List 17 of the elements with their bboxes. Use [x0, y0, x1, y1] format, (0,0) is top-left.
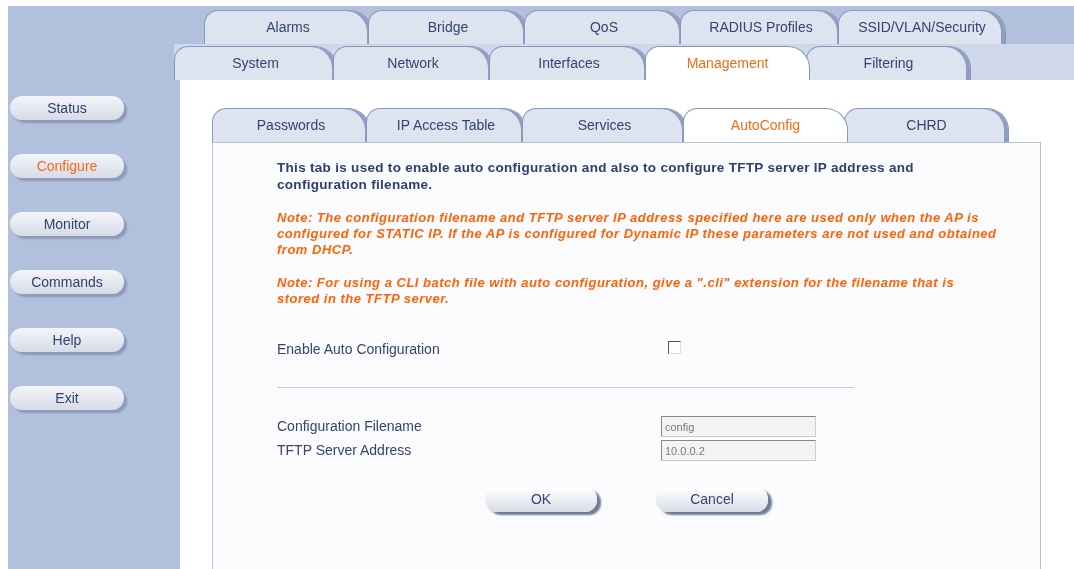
- form-button[interactable]: Cancel: [656, 487, 768, 512]
- field-label: Configuration Filename: [277, 417, 423, 436]
- tab[interactable]: SSID/VLAN/Security: [838, 10, 1006, 44]
- form-button[interactable]: OK: [485, 487, 597, 512]
- note-text: Note: For using a CLI batch file with auto configuration, give a ".cli" extension for the filename that is stored in the TFTP server.: [277, 275, 956, 307]
- note-text: Note: The configuration filename and TFTP server IP address specified here are used only when the AP is configured for STATIC IP. If the AP is configured for Dynamic IP these parameters are not used and obtained from DHCP.: [277, 210, 998, 258]
- checkbox[interactable]: [668, 341, 681, 354]
- tab[interactable]: Filtering: [806, 46, 971, 80]
- field-label: TFTP Server Address: [277, 441, 413, 460]
- sidebar-button[interactable]: Exit: [10, 386, 124, 410]
- tab[interactable]: CHRD: [844, 108, 1009, 142]
- field-label: Enable Auto Configuration: [277, 339, 441, 359]
- sidebar-button[interactable]: Monitor: [10, 212, 124, 236]
- sidebar-button[interactable]: Help: [10, 328, 124, 352]
- sidebar-button[interactable]: Status: [10, 96, 124, 120]
- intro-text: This tab is used to enable auto configuration and also to configure TFTP server IP address and configuration filename.: [277, 159, 915, 193]
- sidebar-button[interactable]: Commands: [10, 270, 124, 294]
